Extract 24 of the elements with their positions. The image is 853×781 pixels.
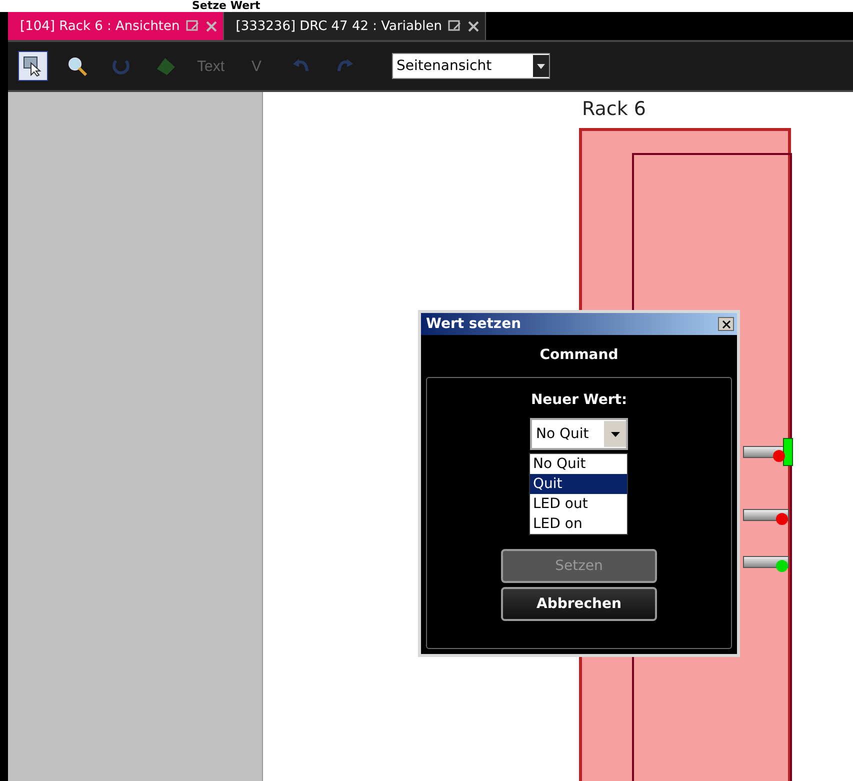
view-dropdown[interactable]: Seitenansicht [392, 53, 550, 79]
dropdown-option[interactable]: No Quit [530, 454, 627, 474]
value-dropdown[interactable]: No Quit [530, 418, 628, 450]
undock-icon [186, 20, 200, 32]
search-icon [66, 55, 88, 77]
close-icon [722, 320, 730, 328]
dropdown-arrow-icon [536, 64, 545, 68]
tab[interactable]: [333236] DRC 47 42 : Variablen [224, 12, 486, 40]
dropdown-option[interactable]: LED on [530, 514, 627, 534]
field-label: Neuer Wert: [530, 392, 628, 408]
close-button[interactable] [718, 317, 734, 331]
dropdown-arrow-icon [610, 432, 620, 436]
undock-icon [448, 20, 462, 32]
pointer-icon [22, 55, 44, 77]
close-icon[interactable] [468, 20, 480, 32]
caption-text: Setze Wert [192, 0, 260, 12]
tab[interactable]: [104] Rack 6 : Ansichten [8, 12, 224, 40]
rack-title: Rack 6 [582, 98, 646, 120]
dialog-subtitle: Command [538, 347, 620, 363]
dropdown-option[interactable]: LED out [530, 494, 627, 514]
dropdown-option[interactable]: Quit [530, 474, 627, 494]
dialog-title: Wert setzen [426, 316, 522, 332]
tool-button[interactable] [18, 51, 48, 81]
dialog-button[interactable]: Abbrechen [501, 587, 657, 621]
